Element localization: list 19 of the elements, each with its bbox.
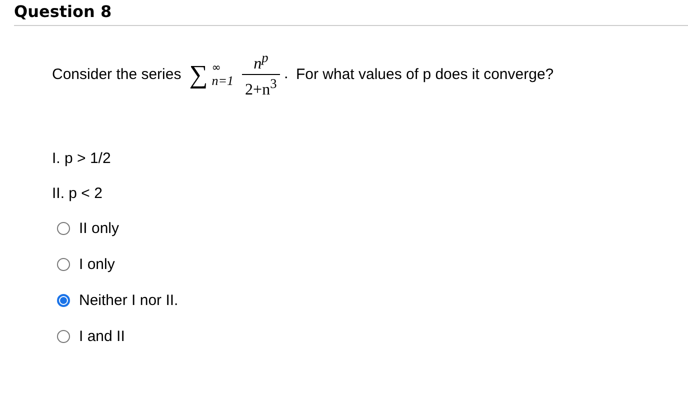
upper-limit: ∞ — [212, 62, 222, 74]
option-label[interactable]: Neither I nor II. — [79, 292, 178, 309]
statement: I. p > 1/2 — [52, 150, 112, 167]
numerator: n$^{p}$ — [242, 50, 280, 76]
radio-button[interactable] — [57, 330, 70, 343]
denominator: 2+n$^{3}$ — [245, 75, 277, 100]
radio-button[interactable] — [57, 258, 70, 271]
prompt-text: For what values of p does it converge? — [296, 66, 554, 84]
radio-button[interactable] — [57, 294, 70, 307]
lower-limit: n=1 — [212, 74, 234, 88]
period: . — [284, 66, 288, 84]
question-title: Question 8 — [14, 2, 112, 21]
sum-sign: ∑ — [189, 62, 208, 88]
option-label[interactable]: I only — [79, 256, 115, 273]
option-label[interactable]: I and II — [79, 328, 125, 345]
option-label[interactable]: II only — [79, 220, 120, 237]
radio-button[interactable] — [57, 222, 70, 235]
prompt-text: Consider the series — [52, 66, 182, 84]
statement: II. p < 2 — [52, 184, 104, 202]
